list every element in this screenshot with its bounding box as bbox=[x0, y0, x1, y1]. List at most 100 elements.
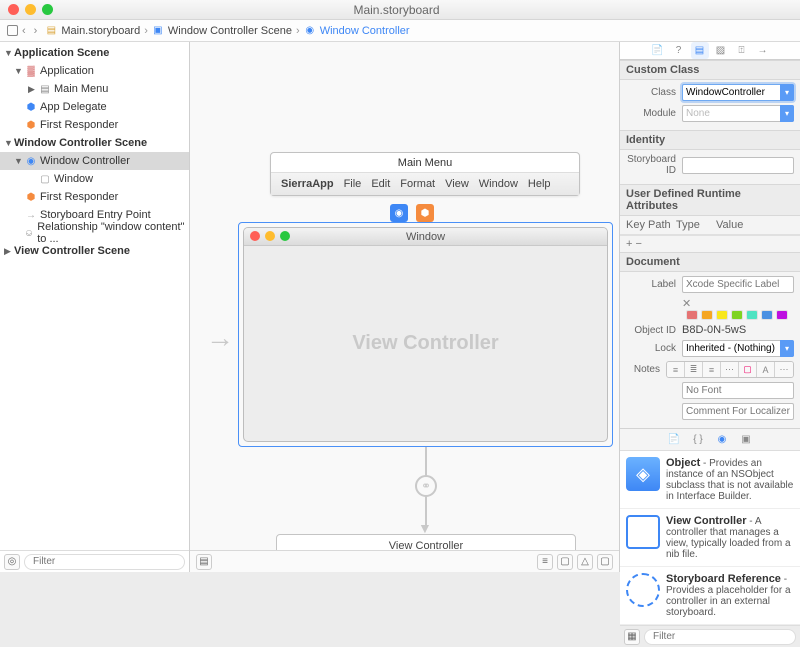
connections-inspector-tab[interactable]: → bbox=[754, 42, 772, 59]
menu-item-format[interactable]: Format bbox=[400, 178, 435, 190]
resolve-issues-button[interactable]: △ bbox=[577, 554, 593, 570]
breadcrumb-file[interactable]: Main.storyboard bbox=[61, 25, 140, 37]
window-selection-frame[interactable]: Window View Controller bbox=[238, 222, 613, 447]
document-outline: ▼Application Scene ▼▓Application ▶▤Main … bbox=[0, 42, 190, 572]
color-swatch[interactable] bbox=[686, 310, 698, 320]
doc-label-field[interactable] bbox=[682, 276, 794, 293]
lock-field[interactable] bbox=[682, 340, 794, 357]
menu-item-edit[interactable]: Edit bbox=[371, 178, 390, 190]
breadcrumb-scene[interactable]: Window Controller Scene bbox=[168, 25, 292, 37]
outline-window-controller[interactable]: ▼◉Window Controller bbox=[0, 152, 189, 170]
outline-main-menu[interactable]: ▶▤Main Menu bbox=[0, 80, 189, 98]
menu-item-file[interactable]: File bbox=[344, 178, 362, 190]
outline-app-delegate[interactable]: ⬢App Delegate bbox=[0, 98, 189, 116]
media-library-tab[interactable]: ▣ bbox=[738, 432, 754, 448]
custom-class-header: Custom Class bbox=[620, 60, 800, 80]
canvas-window[interactable]: Window View Controller bbox=[243, 227, 608, 442]
attributes-inspector-tab[interactable]: ▨ bbox=[712, 42, 730, 59]
app-icon: ▓ bbox=[24, 65, 38, 77]
scene-application[interactable]: ▼Application Scene bbox=[0, 44, 189, 62]
entry-point-arrow-icon[interactable]: → bbox=[206, 322, 234, 354]
outline-relationship[interactable]: ⎉Relationship "window content" to ... bbox=[0, 224, 189, 242]
outline-filter-input[interactable] bbox=[24, 554, 185, 570]
code-snippet-library-tab[interactable]: { } bbox=[690, 432, 706, 448]
module-field[interactable] bbox=[682, 105, 794, 122]
outline-toggle-button[interactable]: ▤ bbox=[196, 554, 212, 570]
first-responder-dock-icon[interactable]: ⬢ bbox=[416, 204, 434, 222]
menu-item-help[interactable]: Help bbox=[528, 178, 551, 190]
zoom-window-button[interactable] bbox=[42, 4, 53, 15]
color-swatch[interactable] bbox=[731, 310, 743, 320]
color-swatch[interactable] bbox=[716, 310, 728, 320]
class-label: Class bbox=[626, 87, 682, 98]
storyboard-file-icon: ▤ bbox=[45, 25, 57, 37]
related-items-icon[interactable] bbox=[6, 25, 18, 37]
forward-button[interactable]: › bbox=[34, 25, 38, 37]
storyboard-id-field[interactable] bbox=[682, 157, 794, 174]
class-field[interactable] bbox=[682, 84, 794, 101]
library-tabs[interactable]: 📄 { } ◉ ▣ bbox=[620, 429, 800, 451]
embed-button[interactable]: ▢ bbox=[597, 554, 613, 570]
outline-filter-scope-button[interactable]: ◎ bbox=[4, 554, 20, 570]
size-inspector-tab[interactable]: ⍐ bbox=[733, 42, 751, 59]
udra-remove-button[interactable]: − bbox=[636, 238, 642, 250]
outline-tree[interactable]: ▼Application Scene ▼▓Application ▶▤Main … bbox=[0, 42, 189, 550]
close-window-button[interactable] bbox=[8, 4, 19, 15]
minimize-window-button[interactable] bbox=[25, 4, 36, 15]
outline-window[interactable]: ▢Window bbox=[0, 170, 189, 188]
color-swatch[interactable] bbox=[776, 310, 788, 320]
library-item-text: View Controller - A controller that mana… bbox=[666, 515, 794, 560]
udra-add-button[interactable]: + bbox=[626, 238, 632, 250]
scene-dock[interactable]: ◉ ⬢ bbox=[390, 204, 434, 222]
outline-first-responder-2[interactable]: ⬢First Responder bbox=[0, 188, 189, 206]
scene-window-controller[interactable]: ▼Window Controller Scene bbox=[0, 134, 189, 152]
align-button[interactable]: ≡ bbox=[537, 554, 553, 570]
notes-comment-field[interactable] bbox=[682, 403, 794, 420]
outline-application[interactable]: ▼▓Application bbox=[0, 62, 189, 80]
storyboard-id-label: Storyboard ID bbox=[626, 154, 682, 176]
label-none-icon[interactable]: ✕ bbox=[682, 298, 691, 310]
color-swatch[interactable] bbox=[761, 310, 773, 320]
help-inspector-tab[interactable]: ? bbox=[670, 42, 688, 59]
library-filter-input[interactable] bbox=[644, 629, 796, 645]
notes-format-segment[interactable]: ≡≣≡⋯▢A⋯ bbox=[666, 361, 794, 378]
back-button[interactable]: ‹ bbox=[22, 25, 26, 37]
scene-icon: ▣ bbox=[152, 25, 164, 37]
doc-label-label: Label bbox=[626, 279, 682, 290]
library-view-mode-button[interactable]: ▦ bbox=[624, 629, 640, 645]
object-library-tab[interactable]: ◉ bbox=[714, 432, 730, 448]
window-titlebar: Main.storyboard bbox=[0, 0, 800, 20]
library-item[interactable]: Storyboard Reference - Provides a placeh… bbox=[620, 567, 800, 625]
udra-header: User Defined Runtime Attributes bbox=[620, 184, 800, 216]
identity-inspector-tab[interactable]: ▤ bbox=[691, 42, 709, 59]
canvas-main-menu[interactable]: Main Menu SierraApp File Edit Format Vie… bbox=[270, 152, 580, 196]
canvas-window-title: Window bbox=[244, 228, 607, 246]
library-list[interactable]: ◈Object - Provides an instance of an NSO… bbox=[620, 451, 800, 625]
color-swatch[interactable] bbox=[701, 310, 713, 320]
label-color-swatches[interactable] bbox=[686, 310, 794, 320]
document-header: Document bbox=[620, 252, 800, 272]
inspector-tabs[interactable]: 📄 ? ▤ ▨ ⍐ → bbox=[620, 42, 800, 60]
menu-bar[interactable]: SierraApp File Edit Format View Window H… bbox=[271, 173, 579, 195]
traffic-lights bbox=[0, 4, 53, 15]
notes-font-field[interactable] bbox=[682, 382, 794, 399]
library-item[interactable]: View Controller - A controller that mana… bbox=[620, 509, 800, 567]
pin-button[interactable]: ▢ bbox=[557, 554, 573, 570]
menu-item-app[interactable]: SierraApp bbox=[281, 178, 334, 190]
color-swatch[interactable] bbox=[746, 310, 758, 320]
breadcrumb-item[interactable]: Window Controller bbox=[320, 25, 410, 37]
library-item[interactable]: ◈Object - Provides an instance of an NSO… bbox=[620, 451, 800, 509]
file-inspector-tab[interactable]: 📄 bbox=[649, 42, 667, 59]
interface-builder-canvas[interactable]: Main Menu SierraApp File Edit Format Vie… bbox=[190, 42, 620, 572]
outline-first-responder[interactable]: ⬢First Responder bbox=[0, 116, 189, 134]
menu-item-window[interactable]: Window bbox=[479, 178, 518, 190]
library-item-text: Object - Provides an instance of an NSOb… bbox=[666, 457, 794, 502]
jump-bar[interactable]: ‹ › ▤ Main.storyboard › ▣ Window Control… bbox=[0, 20, 800, 42]
segue-icon[interactable]: ⚭ bbox=[415, 475, 437, 497]
menu-item-view[interactable]: View bbox=[445, 178, 469, 190]
module-label: Module bbox=[626, 108, 682, 119]
menu-title: Main Menu bbox=[271, 153, 579, 173]
file-template-library-tab[interactable]: 📄 bbox=[666, 432, 682, 448]
outline-filter-bar: ◎ bbox=[0, 550, 189, 572]
window-controller-dock-icon[interactable]: ◉ bbox=[390, 204, 408, 222]
